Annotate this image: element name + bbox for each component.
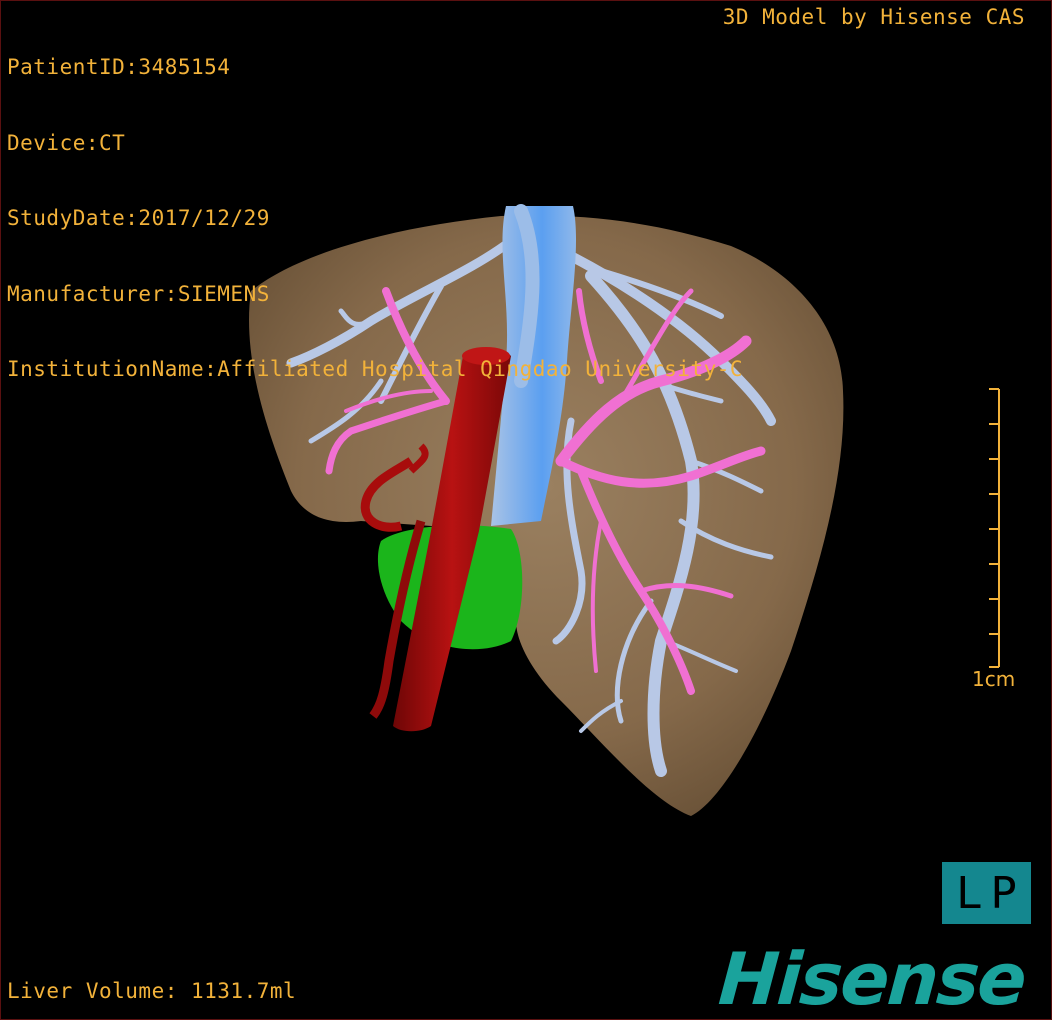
scale-bar bbox=[989, 388, 1000, 668]
device: Device:CT bbox=[7, 130, 126, 155]
orientation-label: LP bbox=[956, 867, 1025, 919]
model-credit: 3D Model by Hisense CAS bbox=[722, 5, 1025, 29]
manufacturer: Manufacturer:SIEMENS bbox=[7, 281, 270, 306]
orientation-indicator[interactable]: LP bbox=[942, 862, 1031, 924]
3d-viewport[interactable]: PatientID:3485154 Device:CT StudyDate:20… bbox=[0, 0, 1052, 1020]
liver-volume: Liver Volume: 1131.7ml bbox=[7, 979, 297, 1003]
dicom-metadata: PatientID:3485154 Device:CT StudyDate:20… bbox=[7, 5, 743, 433]
study-date: StudyDate:2017/12/29 bbox=[7, 206, 270, 230]
institution-name: InstitutionName:Affiliated Hospital Qing… bbox=[7, 357, 744, 381]
scale-label: 1cm bbox=[972, 667, 1016, 691]
brand-logo: Hisense bbox=[716, 937, 1028, 1020]
patient-id: PatientID:3485154 bbox=[7, 55, 231, 79]
